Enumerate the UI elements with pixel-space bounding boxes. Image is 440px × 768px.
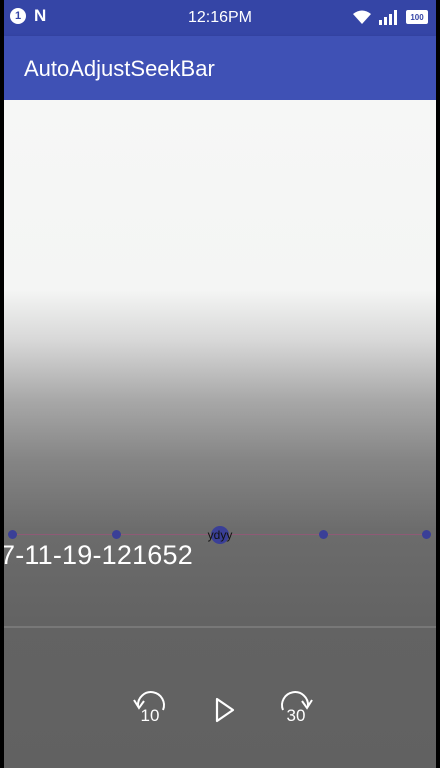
wifi-icon <box>353 10 371 24</box>
seek-node-5[interactable] <box>422 530 431 539</box>
app-title: AutoAdjustSeekBar <box>24 56 215 81</box>
replay-10-button[interactable]: 10 <box>130 690 170 730</box>
play-button[interactable] <box>204 690 244 730</box>
app-screen: 1 N 12:16PM 100 AutoAdjustSeekBar ydyy 7… <box>4 0 436 768</box>
seek-node-2[interactable] <box>112 530 121 539</box>
signal-icon <box>379 10 397 25</box>
controls-divider <box>4 626 436 628</box>
status-bar: 1 N 12:16PM 100 <box>4 0 436 36</box>
play-icon <box>215 697 235 723</box>
replay-seconds: 10 <box>140 706 160 725</box>
video-title: 7-11-19-121652 <box>4 540 193 570</box>
seek-node-4[interactable] <box>319 530 328 539</box>
forward-seconds: 30 <box>286 706 306 725</box>
forward-30-button[interactable]: 30 <box>276 690 316 730</box>
seek-node-1[interactable] <box>8 530 17 539</box>
app-bar: AutoAdjustSeekBar <box>4 36 436 100</box>
video-player-area[interactable]: ydyy 7-11-19-121652 10 30 <box>4 100 436 768</box>
battery-icon: 100 <box>406 10 428 24</box>
seek-thumb-label: ydyy <box>207 528 233 542</box>
